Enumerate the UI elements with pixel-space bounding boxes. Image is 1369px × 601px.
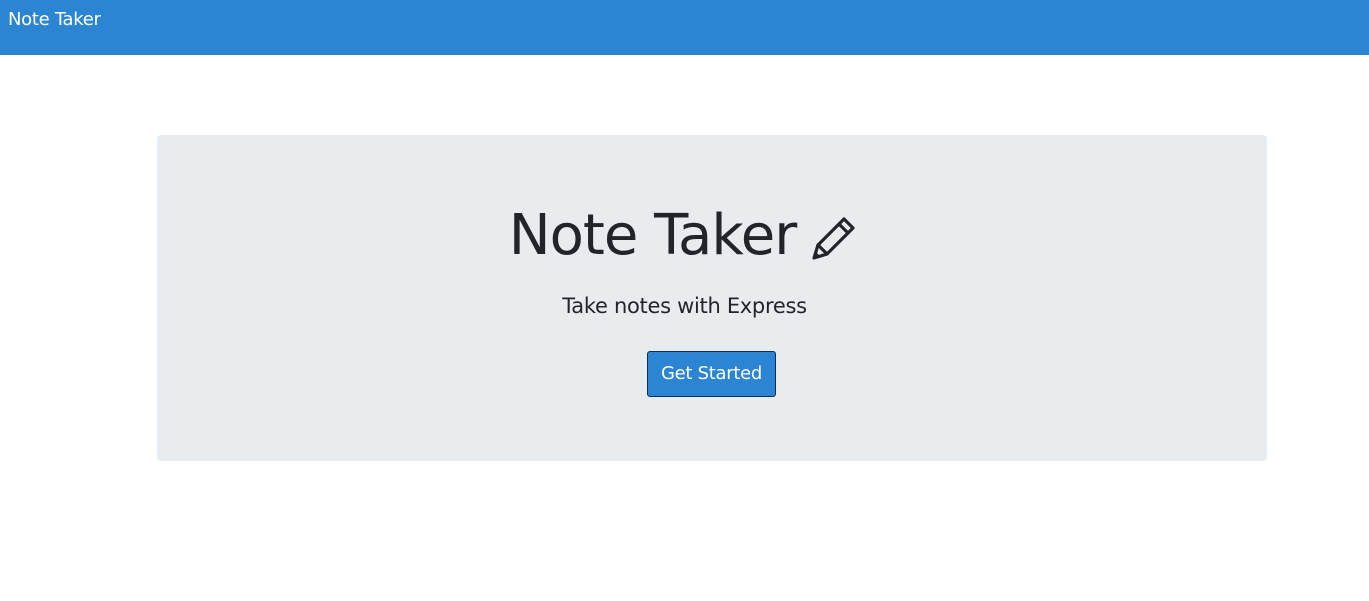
get-started-button[interactable]: Get Started	[647, 351, 776, 397]
hero-subtitle: Take notes with Express	[562, 294, 807, 318]
hero-title: Note Taker	[0, 200, 1369, 269]
navbar: Note Taker	[0, 0, 1369, 55]
pencil-icon	[808, 212, 860, 264]
hero-title-text: Note Taker	[508, 202, 798, 268]
navbar-brand-link[interactable]: Note Taker	[8, 9, 101, 31]
